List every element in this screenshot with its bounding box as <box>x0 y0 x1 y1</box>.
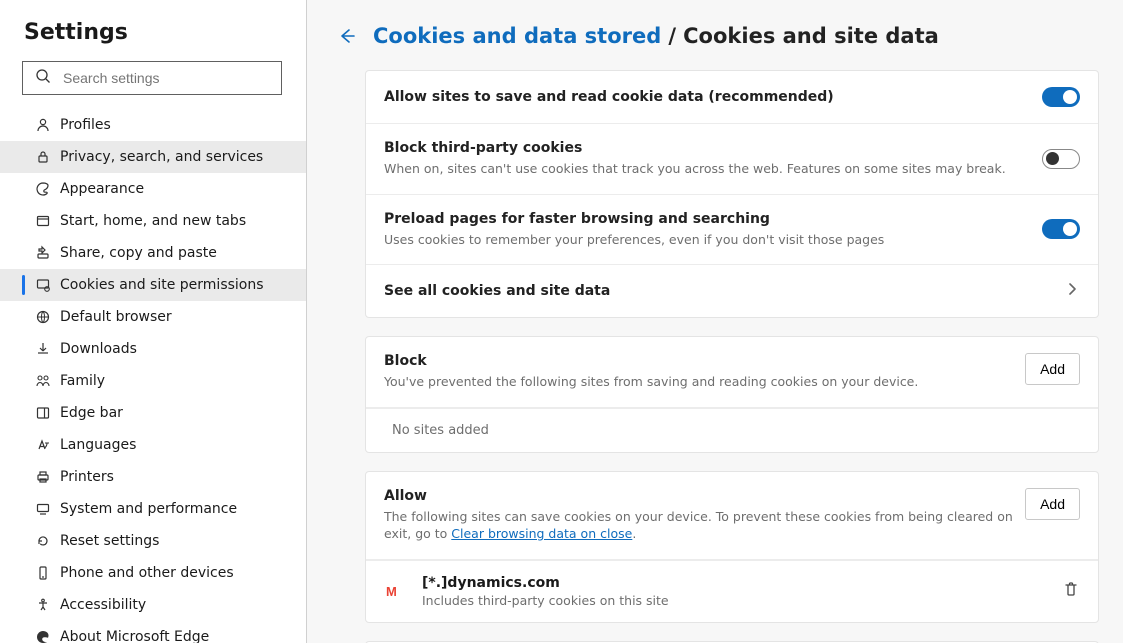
row-desc: When on, sites can't use cookies that tr… <box>384 160 1042 178</box>
sidebar-item-label: Share, copy and paste <box>60 245 217 261</box>
sidebar-item-system[interactable]: System and performance <box>0 493 306 525</box>
row-preload-pages: Preload pages for faster browsing and se… <box>366 195 1098 266</box>
block-section-header: Block You've prevented the following sit… <box>366 337 1098 408</box>
row-block-third-party: Block third-party cookies When on, sites… <box>366 124 1098 195</box>
settings-card: Allow sites to save and read cookie data… <box>365 70 1099 318</box>
toggle-block-third-party[interactable] <box>1042 149 1080 169</box>
search-input[interactable] <box>63 70 273 86</box>
download-icon <box>34 341 52 357</box>
browser-icon <box>34 309 52 325</box>
sidebar-item-label: Family <box>60 373 105 389</box>
row-title: Block third-party cookies <box>384 140 1042 156</box>
sidebar-item-label: Phone and other devices <box>60 565 234 581</box>
phone-icon <box>34 565 52 581</box>
allow-section-card: Allow The following sites can save cooki… <box>365 471 1099 623</box>
sidebar-item-privacy[interactable]: Privacy, search, and services <box>0 141 306 173</box>
sidebar-item-default-browser[interactable]: Default browser <box>0 301 306 333</box>
permissions-icon <box>34 277 52 293</box>
sidebar-item-label: Reset settings <box>60 533 159 549</box>
share-icon <box>34 245 52 261</box>
site-host: [*.]dynamics.com <box>422 575 1062 591</box>
sidebar-item-label: Downloads <box>60 341 137 357</box>
accessibility-icon <box>34 597 52 613</box>
allow-add-button[interactable]: Add <box>1025 488 1080 520</box>
breadcrumb-parent-link[interactable]: Cookies and data stored <box>373 24 661 48</box>
chevron-right-icon <box>1064 281 1080 301</box>
sidebar-item-label: Privacy, search, and services <box>60 149 263 165</box>
settings-title: Settings <box>0 16 306 61</box>
edge-icon <box>34 629 52 643</box>
site-favicon: M <box>384 579 408 603</box>
breadcrumb-separator: / <box>668 24 676 48</box>
reset-icon <box>34 533 52 549</box>
printer-icon <box>34 469 52 485</box>
sidebar-item-label: System and performance <box>60 501 237 517</box>
delete-site-button[interactable] <box>1062 580 1080 602</box>
sidebar-item-label: Languages <box>60 437 136 453</box>
clear-browsing-data-link[interactable]: Clear browsing data on close <box>451 526 632 541</box>
block-add-button[interactable]: Add <box>1025 353 1080 385</box>
system-icon <box>34 501 52 517</box>
sidebar-item-label: Appearance <box>60 181 144 197</box>
sidebar-item-phone[interactable]: Phone and other devices <box>0 557 306 589</box>
sidebar-item-family[interactable]: Family <box>0 365 306 397</box>
lock-icon <box>34 149 52 165</box>
allow-site-row: M [*.]dynamics.com Includes third-party … <box>366 560 1098 622</box>
sidebar-item-appearance[interactable]: Appearance <box>0 173 306 205</box>
language-icon <box>34 437 52 453</box>
main-content: Cookies and data stored / Cookies and si… <box>307 0 1123 643</box>
sidebar-item-edge-bar[interactable]: Edge bar <box>0 397 306 429</box>
sidebar-item-printers[interactable]: Printers <box>0 461 306 493</box>
breadcrumb-current: Cookies and site data <box>683 24 939 48</box>
row-title: See all cookies and site data <box>384 283 1064 299</box>
sidebar-item-share[interactable]: Share, copy and paste <box>0 237 306 269</box>
row-title: Allow sites to save and read cookie data… <box>384 89 1042 105</box>
sidebar-item-label: Printers <box>60 469 114 485</box>
sidebar-item-about[interactable]: About Microsoft Edge <box>0 621 306 643</box>
toggle-allow-save-cookies[interactable] <box>1042 87 1080 107</box>
allow-title: Allow <box>384 488 1025 504</box>
row-see-all-cookies[interactable]: See all cookies and site data <box>366 265 1098 317</box>
toggle-preload-pages[interactable] <box>1042 219 1080 239</box>
sidebar-item-label: About Microsoft Edge <box>60 629 209 643</box>
edge-bar-icon <box>34 405 52 421</box>
allow-desc: The following sites can save cookies on … <box>384 508 1025 543</box>
sidebar-item-label: Start, home, and new tabs <box>60 213 246 229</box>
row-allow-save-cookies: Allow sites to save and read cookie data… <box>366 71 1098 124</box>
appearance-icon <box>34 181 52 197</box>
sidebar-item-downloads[interactable]: Downloads <box>0 333 306 365</box>
block-title: Block <box>384 353 1025 369</box>
svg-text:M: M <box>386 584 397 599</box>
back-button[interactable] <box>335 24 359 48</box>
site-sub: Includes third-party cookies on this sit… <box>422 593 1062 608</box>
allow-section-header: Allow The following sites can save cooki… <box>366 472 1098 560</box>
breadcrumb: Cookies and data stored / Cookies and si… <box>323 24 1123 70</box>
sidebar-nav: Profiles Privacy, search, and services A… <box>0 109 306 643</box>
sidebar-item-label: Cookies and site permissions <box>60 277 264 293</box>
block-section-card: Block You've prevented the following sit… <box>365 336 1099 453</box>
settings-sidebar: Settings Profiles Privacy, search, and s… <box>0 0 307 643</box>
profile-icon <box>34 117 52 133</box>
sidebar-item-label: Default browser <box>60 309 172 325</box>
sidebar-item-cookies[interactable]: Cookies and site permissions <box>0 269 306 301</box>
sidebar-item-profiles[interactable]: Profiles <box>0 109 306 141</box>
search-icon <box>35 68 51 88</box>
sidebar-item-label: Edge bar <box>60 405 123 421</box>
block-desc: You've prevented the following sites fro… <box>384 373 1025 391</box>
tab-icon <box>34 213 52 229</box>
sidebar-item-label: Profiles <box>60 117 111 133</box>
row-desc: Uses cookies to remember your preference… <box>384 231 1042 249</box>
sidebar-item-start[interactable]: Start, home, and new tabs <box>0 205 306 237</box>
row-title: Preload pages for faster browsing and se… <box>384 211 1042 227</box>
sidebar-item-languages[interactable]: Languages <box>0 429 306 461</box>
family-icon <box>34 373 52 389</box>
sidebar-item-accessibility[interactable]: Accessibility <box>0 589 306 621</box>
sidebar-item-reset[interactable]: Reset settings <box>0 525 306 557</box>
search-box[interactable] <box>22 61 282 95</box>
sidebar-item-label: Accessibility <box>60 597 146 613</box>
block-empty-message: No sites added <box>366 408 1098 452</box>
